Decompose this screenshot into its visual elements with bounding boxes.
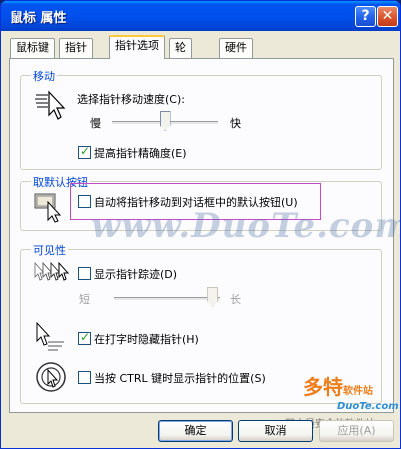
long-label: 长: [230, 293, 241, 306]
slow-label: 慢: [90, 117, 101, 130]
apply-button[interactable]: 应用(A): [319, 420, 394, 442]
ok-button[interactable]: 确定: [158, 420, 233, 442]
tab-wheel[interactable]: 轮: [169, 38, 192, 58]
watermark-duote: www.DuoTe.com: [91, 206, 401, 246]
show-location-checkbox[interactable]: [78, 371, 91, 384]
visibility-group-title: 可见性: [31, 242, 68, 258]
title-bar[interactable]: 鼠标 属性 ? ✕: [1, 1, 400, 31]
snap-to-default-icon: [34, 193, 62, 223]
tab-pointers[interactable]: 指针: [59, 38, 93, 58]
tab-hardware[interactable]: 硬件: [219, 38, 253, 58]
hide-pointer-icon: [36, 321, 64, 351]
pointer-trails-icon: [34, 261, 69, 281]
pointer-trails-label: 显示指针踪迹(D): [94, 268, 178, 281]
watermark-logo-text: 多特: [303, 375, 343, 399]
show-location-label: 当按 CTRL 键时显示指针的位置(S): [94, 372, 266, 385]
watermark-domain: DuoTe.com: [337, 401, 399, 412]
show-location-icon: [36, 362, 66, 392]
close-button[interactable]: ✕: [377, 6, 398, 27]
help-button[interactable]: ?: [355, 6, 376, 27]
speed-label: 选择指针移动速度(C):: [77, 93, 185, 106]
trails-slider-track[interactable]: [114, 297, 220, 301]
watermark-logo-small: 软件站: [343, 386, 373, 397]
short-label: 短: [79, 293, 90, 306]
pointer-speed-icon: [35, 90, 66, 120]
tab-buttons[interactable]: 鼠标键: [10, 38, 55, 58]
tab-pointer-options[interactable]: 指针选项: [109, 35, 165, 59]
fast-label: 快: [230, 117, 241, 130]
mouse-properties-dialog: 鼠标 属性 ? ✕ 鼠标键 指针 指针选项 轮 硬件 移动 选择指针移动速度(C…: [0, 0, 401, 449]
pointer-trails-checkbox[interactable]: [78, 267, 91, 280]
enhance-precision-checkbox[interactable]: [78, 144, 91, 159]
watermark-logo: 多特软件站: [303, 371, 373, 400]
hide-pointer-label: 在打字时隐藏指针(H): [94, 333, 199, 346]
enhance-precision-label: 提高指针精确度(E): [94, 147, 187, 160]
hide-pointer-checkbox[interactable]: [78, 330, 91, 345]
motion-group-title: 移动: [31, 68, 57, 84]
window-title: 鼠标 属性: [10, 11, 67, 26]
cancel-button[interactable]: 取消: [238, 420, 313, 442]
